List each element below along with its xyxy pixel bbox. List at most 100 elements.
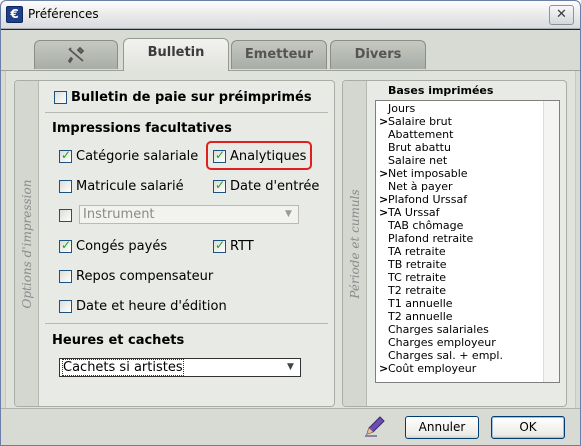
bases-list-title: Bases imprimées xyxy=(388,84,494,97)
list-item-label: TB retraite xyxy=(388,258,447,271)
tab-emetteur[interactable]: Emetteur xyxy=(231,40,327,69)
categorie-salariale-label: Catégorie salariale xyxy=(76,148,199,164)
list-item[interactable]: Plafond retraite xyxy=(376,232,559,245)
list-item[interactable]: > Plafond Urssaf xyxy=(376,193,559,206)
instrument-checkbox[interactable] xyxy=(59,207,76,223)
selected-marker: > xyxy=(379,362,389,375)
list-item[interactable]: T1 annuelle xyxy=(376,297,559,310)
list-item[interactable]: > Coût employeur xyxy=(376,362,559,375)
repos-compensateur-checkbox[interactable]: Repos compensateur xyxy=(59,268,213,284)
list-item[interactable]: T2 annuelle xyxy=(376,310,559,323)
pen-icon[interactable] xyxy=(363,414,387,438)
preprinted-checkbox-box[interactable] xyxy=(54,90,67,104)
list-item-label: TAB chômage xyxy=(388,219,464,232)
rtt-label: RTT xyxy=(230,238,254,254)
matricule-salarie-checkbox[interactable]: Matricule salarié xyxy=(59,178,184,194)
list-item[interactable]: T2 retraite xyxy=(376,284,559,297)
bases-list-items: Jours > Salaire brut Abattement Brut abattu S… xyxy=(376,101,559,375)
list-item-label: Abattement xyxy=(388,128,454,141)
list-item[interactable]: TB retraite xyxy=(376,258,559,271)
chevron-down-icon[interactable]: ▼ xyxy=(283,360,298,375)
matricule-salarie-label: Matricule salarié xyxy=(76,178,184,194)
list-item-label: TA Urssaf xyxy=(388,206,440,219)
list-item[interactable]: TA retraite xyxy=(376,245,559,258)
list-item-label: Net à payer xyxy=(388,180,453,193)
list-item-label: Plafond retraite xyxy=(388,232,474,245)
tab-tools[interactable] xyxy=(34,40,118,69)
instrument-combo-value: Instrument xyxy=(83,207,155,222)
preferences-window: € Préférences ✕ Bulletin Emetteur Divers… xyxy=(0,0,581,446)
tab-divers[interactable]: Divers xyxy=(330,40,426,69)
list-item[interactable]: Jours xyxy=(376,102,559,115)
tab-bulletin[interactable]: Bulletin xyxy=(123,38,229,71)
categorie-salariale-box[interactable] xyxy=(59,148,72,163)
optional-prints-title: Impressions facultatives xyxy=(52,121,232,136)
period-cumuls-group: Période et cumuls Bases imprimées Jours >… xyxy=(342,80,567,407)
repos-compensateur-label: Repos compensateur xyxy=(76,268,214,284)
rtt-box[interactable] xyxy=(213,238,226,253)
list-item-label: TA retraite xyxy=(388,245,446,258)
list-item[interactable]: > Net imposable xyxy=(376,167,559,180)
list-item-label: T2 annuelle xyxy=(388,310,453,323)
date-entree-label: Date d'entrée xyxy=(230,178,320,194)
matricule-salarie-box[interactable] xyxy=(59,179,72,193)
cancel-button[interactable]: Annuler xyxy=(405,416,479,439)
conges-payes-label: Congés payés xyxy=(76,238,168,254)
date-heure-edition-checkbox[interactable]: Date et heure d'édition xyxy=(59,298,227,314)
list-item-label: Charges sal. + empl. xyxy=(388,349,503,362)
conges-payes-checkbox[interactable]: Congés payés xyxy=(59,238,167,254)
chevron-down-icon[interactable]: ▼ xyxy=(281,207,296,222)
list-item[interactable]: Salaire net xyxy=(376,154,559,167)
list-item[interactable]: Charges employeur xyxy=(376,336,559,349)
categorie-salariale-checkbox[interactable]: Catégorie salariale xyxy=(59,148,198,164)
preprinted-label: Bulletin de paie sur préimprimés xyxy=(71,89,312,105)
list-item-label: Salaire brut xyxy=(388,115,452,128)
print-options-side-label: Options d'impression xyxy=(15,81,39,406)
list-item[interactable]: TAB chômage xyxy=(376,219,559,232)
list-item[interactable]: > TA Urssaf xyxy=(376,206,559,219)
list-item[interactable]: Brut abattu xyxy=(376,141,559,154)
analytiques-box[interactable] xyxy=(213,148,226,163)
list-item-label: Charges salariales xyxy=(388,323,489,336)
separator xyxy=(45,112,328,113)
close-button[interactable]: ✕ xyxy=(549,5,574,25)
selected-marker: > xyxy=(379,115,389,128)
list-item[interactable]: > Salaire brut xyxy=(376,115,559,128)
list-item-label: Charges employeur xyxy=(388,336,496,349)
analytiques-label: Analytiques xyxy=(230,148,307,164)
selected-marker: > xyxy=(379,206,389,219)
list-item-label: Brut abattu xyxy=(388,141,451,154)
bases-list[interactable]: Jours > Salaire brut Abattement Brut abattu S… xyxy=(375,100,560,383)
instrument-combo[interactable]: Instrument ▼ xyxy=(79,205,299,224)
list-item-label: Plafond Urssaf xyxy=(388,193,468,206)
date-entree-checkbox[interactable]: Date d'entrée xyxy=(213,178,319,194)
ok-button[interactable]: OK xyxy=(491,416,565,439)
list-item[interactable]: Abattement xyxy=(376,128,559,141)
tools-icon xyxy=(67,46,85,64)
list-item-label: TC retraite xyxy=(388,271,447,284)
preprinted-checkbox[interactable]: Bulletin de paie sur préimprimés xyxy=(54,89,312,105)
list-item[interactable]: TC retraite xyxy=(376,271,559,284)
list-item[interactable]: Charges sal. + empl. xyxy=(376,349,559,362)
rtt-checkbox[interactable]: RTT xyxy=(213,238,254,254)
list-item[interactable]: Charges salariales xyxy=(376,323,559,336)
title-bar[interactable]: € Préférences ✕ xyxy=(1,1,580,29)
app-icon: € xyxy=(6,6,23,23)
hours-combo[interactable]: Cachets si artistes ▼ xyxy=(59,358,301,377)
conges-payes-box[interactable] xyxy=(59,238,72,253)
list-item-label: T1 annuelle xyxy=(388,297,453,310)
window-title: Préférences xyxy=(28,7,99,21)
instrument-box[interactable] xyxy=(59,208,72,222)
date-entree-box[interactable] xyxy=(213,178,226,193)
bases-list-scrollbar[interactable] xyxy=(543,101,559,382)
repos-compensateur-box[interactable] xyxy=(59,269,72,283)
period-side-label-text: Période et cumuls xyxy=(347,188,362,299)
separator xyxy=(45,323,328,324)
list-item[interactable]: Net à payer xyxy=(376,180,559,193)
selected-marker: > xyxy=(379,167,389,180)
list-item-label: T2 retraite xyxy=(388,284,446,297)
date-heure-edition-box[interactable] xyxy=(59,299,72,313)
date-heure-edition-label: Date et heure d'édition xyxy=(76,298,227,314)
period-side-label: Période et cumuls xyxy=(343,81,367,406)
analytiques-checkbox[interactable]: Analytiques xyxy=(213,148,306,164)
